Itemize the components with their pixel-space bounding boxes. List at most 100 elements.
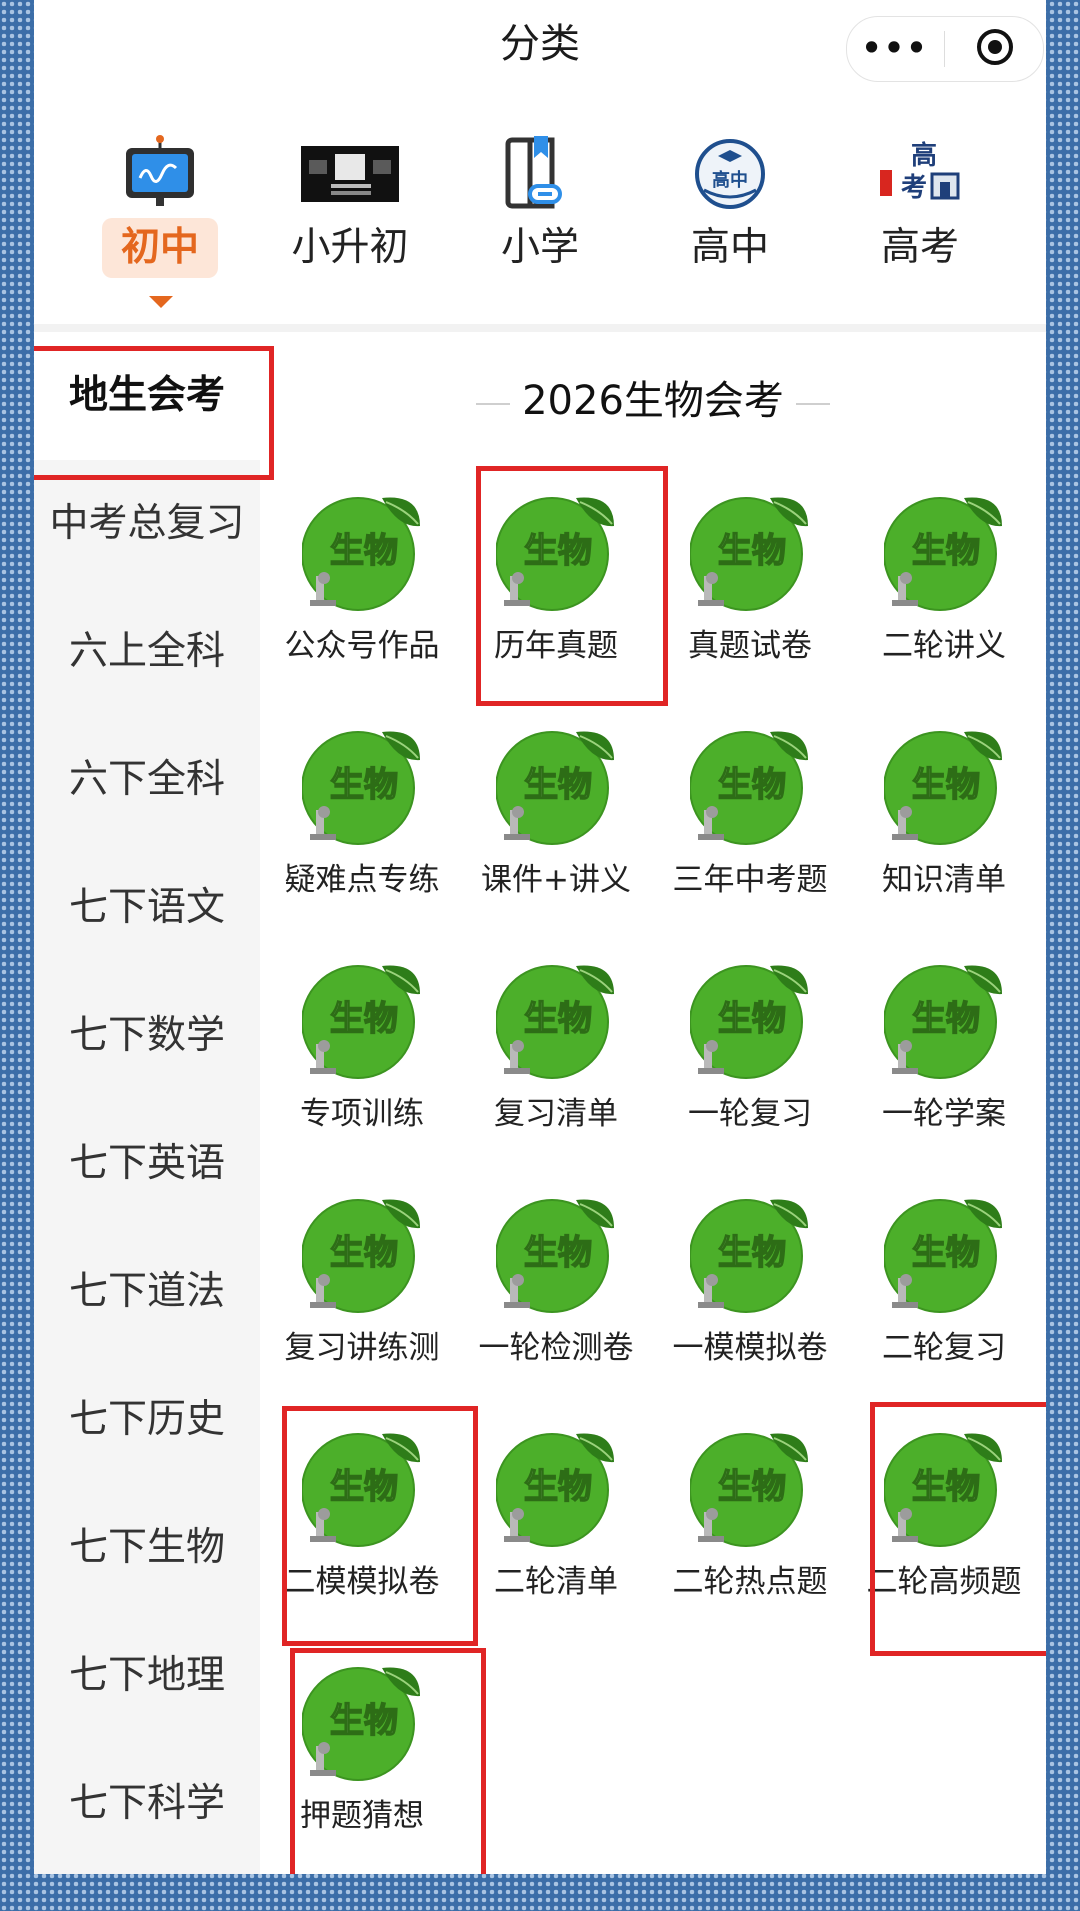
tab-label: 小升初 (291, 225, 409, 270)
thumb-text: 生物 (524, 765, 592, 805)
grid-item-label: 二轮讲义 (882, 628, 1006, 664)
grid-item-label: 课件+讲义 (481, 862, 631, 898)
grid-item[interactable]: 生物 二轮热点题 (652, 1428, 848, 1662)
grid-item-label: 一轮学案 (882, 1096, 1006, 1132)
phone-screen: 分类 ••• 初中 小升初 小学 高中 高中 高 考 高考 地生会考 中考总复习… (34, 0, 1046, 1874)
more-options-icon[interactable]: ••• (847, 29, 943, 67)
thumb-text: 生物 (330, 1233, 398, 1273)
tab-gaozhong[interactable]: 高中 高中 (635, 98, 825, 324)
tab-xiaoxue[interactable]: 小学 (445, 98, 635, 324)
biology-thumbnail-icon: 生物 (690, 965, 808, 1079)
annotation-box-ermo-moniquan (282, 1406, 478, 1646)
grid-item[interactable]: 生物 知识清单 (846, 726, 1042, 960)
grid-item-label: 公众号作品 (284, 628, 440, 664)
annotation-box-sidebar (34, 346, 274, 480)
sidebar-item-qixia-daofa[interactable]: 七下道法 (34, 1228, 260, 1356)
grid-item[interactable]: 生物 三年中考题 (652, 726, 848, 960)
title-bar: 分类 ••• (34, 0, 1046, 98)
biology-thumbnail-icon: 生物 (496, 731, 614, 845)
biology-thumbnail-icon: 生物 (690, 731, 808, 845)
grid-item-label: 真题试卷 (688, 628, 812, 664)
sidebar-item-qixia-yingyu[interactable]: 七下英语 (34, 1100, 260, 1228)
grid-item[interactable]: 生物 二轮讲义 (846, 492, 1042, 726)
grid-item[interactable]: 生物 二轮清单 (458, 1428, 654, 1662)
thumb-text: 生物 (330, 531, 398, 571)
grid-item[interactable]: 生物 真题试卷 (652, 492, 848, 726)
sidebar-item-liuxia-quanke[interactable]: 六下全科 (34, 716, 260, 844)
svg-text:高中: 高中 (712, 169, 748, 191)
biology-thumbnail-icon: 生物 (884, 1199, 1002, 1313)
tab-label: 小学 (500, 225, 579, 270)
tab-label: 初中 (102, 218, 218, 278)
biology-thumbnail-icon: 生物 (496, 1199, 614, 1313)
thumb-text: 生物 (718, 531, 786, 571)
svg-text:考: 考 (901, 173, 927, 203)
thumb-text: 生物 (524, 1467, 592, 1507)
biology-thumbnail-icon: 生物 (302, 965, 420, 1079)
thumb-text: 生物 (330, 999, 398, 1039)
thumb-text: 生物 (718, 1233, 786, 1273)
grid-item-label: 一轮复习 (688, 1096, 812, 1132)
biology-thumbnail-icon: 生物 (302, 731, 420, 845)
annotation-box-erlun-gaopin (870, 1402, 1046, 1656)
biology-thumbnail-icon: 生物 (690, 1433, 808, 1547)
thumb-text: 生物 (912, 999, 980, 1039)
grid-item[interactable]: 生物 一轮复习 (652, 960, 848, 1194)
sidebar-item-liushang-quanke[interactable]: 六上全科 (34, 588, 260, 716)
tab-gaokao[interactable]: 高 考 高考 (825, 98, 1015, 324)
grid-item-label: 二轮热点题 (672, 1564, 828, 1600)
grid-item-label: 疑难点专练 (284, 862, 440, 898)
capsule-divider (944, 31, 945, 67)
thumb-text: 生物 (718, 765, 786, 805)
grid-item[interactable]: 生物 复习清单 (458, 960, 654, 1194)
grid-item-label: 一轮检测卷 (478, 1330, 634, 1366)
tab-xiaoshengchu[interactable]: 小升初 (255, 98, 445, 324)
grid-item[interactable]: 生物 一轮学案 (846, 960, 1042, 1194)
grid-item-label: 二轮复习 (882, 1330, 1006, 1366)
whiteboard-icon (126, 135, 194, 206)
sidebar: 地生会考 中考总复习 六上全科 六下全科 七下语文 七下数学 七下英语 七下道法… (34, 332, 260, 1874)
sidebar-item-qixia-shuxue[interactable]: 七下数学 (34, 972, 260, 1100)
annotation-box-yati-caixiang (290, 1648, 486, 1874)
grid-item-label: 三年中考题 (672, 862, 828, 898)
gaokao-gate-icon: 高 考 (880, 140, 960, 203)
sidebar-item-qixia-shengwu[interactable]: 七下生物 (34, 1484, 260, 1612)
grid-item[interactable]: 生物 专项训练 (264, 960, 460, 1194)
graduation-cap-badge-icon: 高中 (695, 139, 765, 209)
grid-item[interactable]: 生物课件+讲义 (458, 726, 654, 960)
biology-thumbnail-icon: 生物 (884, 965, 1002, 1079)
sidebar-item-qixia-lishi[interactable]: 七下历史 (34, 1356, 260, 1484)
close-circle-icon[interactable] (975, 27, 1015, 67)
grid-item-label: 二轮清单 (494, 1564, 618, 1600)
grid-item[interactable]: 生物 二轮复习 (846, 1194, 1042, 1428)
thumb-text: 生物 (718, 1467, 786, 1507)
grid-item[interactable]: 生物 公众号作品 (264, 492, 460, 726)
biology-thumbnail-icon: 生物 (884, 731, 1002, 845)
grid-item-label: 一模模拟卷 (672, 1330, 828, 1366)
svg-text:高: 高 (911, 140, 937, 171)
grid-item-label: 复习清单 (494, 1096, 618, 1132)
thumb-text: 生物 (330, 765, 398, 805)
tab-chuzhong[interactable]: 初中 (65, 98, 255, 324)
mini-program-capsule: ••• (846, 16, 1044, 82)
grid-item[interactable]: 生物 复习讲练测 (264, 1194, 460, 1428)
sidebar-item-qixia-yuwen[interactable]: 七下语文 (34, 844, 260, 972)
sidebar-item-qixia-kexue[interactable]: 七下科学 (34, 1740, 260, 1868)
biology-thumbnail-icon: 生物 (884, 497, 1002, 611)
grid-item[interactable]: 生物 疑难点专练 (264, 726, 460, 960)
thumb-text: 生物 (524, 999, 592, 1039)
grid-item[interactable]: 生物 一轮检测卷 (458, 1194, 654, 1428)
section-title: 2026生物会考 (522, 378, 784, 424)
book-link-icon (505, 136, 562, 209)
thumb-text: 生物 (524, 1233, 592, 1273)
top-category-tabs: 初中 小升初 小学 高中 高中 高 考 高考 (34, 98, 1046, 332)
sidebar-item-qixia-dili[interactable]: 七下地理 (34, 1612, 260, 1740)
title-line-right (796, 403, 830, 405)
tab-label: 高考 (880, 225, 959, 270)
grid-item[interactable]: 生物 一模模拟卷 (652, 1194, 848, 1428)
thumb-text: 生物 (912, 531, 980, 571)
biology-thumbnail-icon: 生物 (302, 497, 420, 611)
biology-thumbnail-icon: 生物 (302, 1199, 420, 1313)
grid-item-label: 专项训练 (300, 1096, 424, 1132)
biology-thumbnail-icon: 生物 (690, 497, 808, 611)
